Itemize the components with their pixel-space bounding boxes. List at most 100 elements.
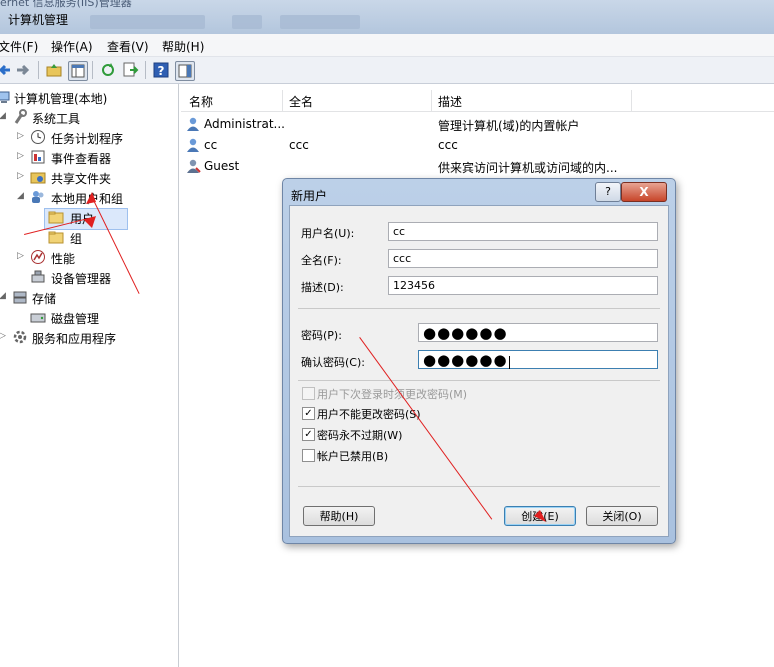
device-manager-icon bbox=[30, 269, 46, 285]
list-item[interactable]: cc ccc ccc bbox=[181, 135, 774, 156]
user-fullname: ccc bbox=[289, 138, 309, 152]
confirm-password-value: ●●●●●● bbox=[423, 351, 508, 369]
tree-item-label: 计算机管理(本地) bbox=[14, 92, 108, 106]
divider bbox=[298, 486, 660, 487]
option-label: 用户不能更改密码(S) bbox=[317, 408, 421, 421]
expand-arrow-icon[interactable]: ▷ bbox=[17, 171, 24, 181]
confirm-password-label: 确认密码(C): bbox=[301, 356, 365, 369]
text-caret bbox=[508, 355, 510, 369]
help-icon[interactable]: ? bbox=[595, 182, 621, 202]
fullname-field[interactable]: ccc bbox=[388, 249, 658, 268]
annotation-arrowhead bbox=[84, 192, 96, 228]
storage-icon bbox=[12, 289, 28, 305]
performance-icon bbox=[30, 249, 46, 265]
menu-action[interactable]: 操作(A) bbox=[51, 38, 93, 55]
list-item[interactable]: Guest 供来宾访问计算机或访问域的内... bbox=[181, 156, 774, 177]
up-folder-icon[interactable] bbox=[45, 61, 63, 79]
description-field[interactable]: 123456 bbox=[388, 276, 658, 295]
blurred-region bbox=[90, 15, 205, 29]
user-name: cc bbox=[204, 138, 218, 152]
option-label: 帐户已禁用(B) bbox=[317, 450, 389, 463]
expand-arrow-icon[interactable]: ◢ bbox=[0, 291, 6, 301]
new-user-dialog: 新用户 ? X 用户名(U): cc 全名(F): ccc 描述(D): 123… bbox=[282, 178, 676, 544]
expand-arrow-icon[interactable]: ◢ bbox=[0, 111, 6, 121]
expand-arrow-icon[interactable]: ▷ bbox=[17, 151, 24, 161]
tree-item-label: 服务和应用程序 bbox=[32, 332, 117, 346]
show-action-pane-icon[interactable] bbox=[175, 61, 195, 81]
expand-arrow-icon[interactable]: ▷ bbox=[17, 131, 24, 141]
tree-item-label: 事件查看器 bbox=[51, 152, 112, 166]
tree-item-label: 系统工具 bbox=[32, 112, 81, 126]
column-header-fullname[interactable]: 全名 bbox=[289, 93, 313, 110]
export-list-icon[interactable] bbox=[121, 61, 139, 79]
event-viewer-icon bbox=[30, 149, 46, 165]
user-icon bbox=[185, 116, 201, 132]
refresh-icon[interactable] bbox=[99, 61, 117, 79]
tree-item-label: 组 bbox=[70, 232, 83, 246]
column-divider[interactable] bbox=[431, 90, 432, 111]
password-field[interactable]: ●●●●●● bbox=[418, 323, 658, 342]
console-tree: 计算机管理(本地) ◢ 系统工具 ▷ 任务计划程序 ▷ 事件查看器 ▷ 共享文件… bbox=[0, 84, 179, 667]
user-description: 管理计算机(域)的内置帐户 bbox=[438, 119, 580, 133]
expand-arrow-icon[interactable]: ▷ bbox=[17, 251, 24, 261]
back-icon[interactable] bbox=[0, 61, 14, 79]
checkbox[interactable] bbox=[302, 449, 315, 462]
divider bbox=[298, 308, 660, 309]
username-label: 用户名(U): bbox=[301, 227, 355, 240]
system-tools-icon bbox=[12, 109, 28, 125]
menu-view[interactable]: 查看(V) bbox=[107, 38, 149, 55]
user-name: Guest bbox=[204, 159, 240, 173]
password-label: 密码(P): bbox=[301, 329, 342, 342]
expand-arrow-icon[interactable]: ◢ bbox=[17, 191, 24, 201]
folder-icon bbox=[48, 229, 64, 245]
option-label: 用户下次登录时须更改密码(M) bbox=[317, 388, 468, 401]
confirm-password-field[interactable]: ●●●●●● bbox=[418, 350, 658, 369]
user-icon bbox=[185, 137, 201, 153]
close-button[interactable]: 关闭(O) bbox=[586, 506, 658, 526]
checkbox[interactable] bbox=[302, 387, 315, 400]
toolbar-separator bbox=[145, 61, 146, 79]
tree-item-label: 存储 bbox=[32, 292, 57, 306]
list-item[interactable]: Administrat... 管理计算机(域)的内置帐户 bbox=[181, 114, 774, 135]
help-button[interactable]: 帮助(H) bbox=[303, 506, 375, 526]
column-header-description[interactable]: 描述 bbox=[438, 93, 462, 110]
toolbar: ? bbox=[0, 57, 774, 84]
tree-item-label: 任务计划程序 bbox=[51, 132, 124, 146]
help-icon[interactable]: ? bbox=[152, 61, 170, 79]
user-icon bbox=[185, 158, 201, 174]
list-header: 名称 全名 描述 bbox=[181, 90, 774, 112]
username-field[interactable]: cc bbox=[388, 222, 658, 241]
forward-icon[interactable] bbox=[14, 61, 32, 79]
menu-file[interactable]: 文件(F) bbox=[0, 38, 38, 55]
shared-folder-icon bbox=[30, 169, 46, 185]
close-icon[interactable]: X bbox=[621, 182, 667, 202]
show-hide-tree-icon[interactable] bbox=[68, 61, 88, 81]
menu-help[interactable]: 帮助(H) bbox=[162, 38, 204, 55]
tree-item-label: 设备管理器 bbox=[51, 272, 112, 286]
user-description: ccc bbox=[438, 138, 458, 152]
checkbox-checked[interactable]: ✓ bbox=[302, 428, 315, 441]
users-group-icon bbox=[30, 189, 46, 205]
column-header-name[interactable]: 名称 bbox=[189, 93, 213, 110]
window-title: 计算机管理 bbox=[8, 13, 69, 27]
svg-text:?: ? bbox=[158, 64, 165, 78]
divider bbox=[298, 380, 660, 381]
dialog-body: 用户名(U): cc 全名(F): ccc 描述(D): 123456 密码(P… bbox=[289, 205, 669, 537]
password-value: ●●●●●● bbox=[423, 324, 508, 342]
background-window-title: ernet 信息服务(IIS)管理器 bbox=[0, 0, 132, 9]
blurred-region bbox=[280, 15, 360, 29]
clock-icon bbox=[30, 129, 46, 145]
menu-bar: 文件(F) 操作(A) 查看(V) 帮助(H) bbox=[0, 34, 774, 57]
annotation-arrowhead bbox=[534, 510, 546, 522]
user-description: 供来宾访问计算机或访问域的内... bbox=[438, 161, 618, 175]
column-divider[interactable] bbox=[631, 90, 632, 111]
dialog-title: 新用户 bbox=[291, 189, 328, 203]
column-divider[interactable] bbox=[282, 90, 283, 111]
expand-arrow-icon[interactable]: ▷ bbox=[0, 331, 6, 341]
folder-icon bbox=[48, 209, 64, 225]
blurred-region bbox=[232, 15, 262, 29]
checkbox-checked[interactable]: ✓ bbox=[302, 407, 315, 420]
disk-icon bbox=[30, 309, 46, 325]
tree-item-label: 性能 bbox=[51, 252, 76, 266]
description-label: 描述(D): bbox=[301, 281, 344, 294]
